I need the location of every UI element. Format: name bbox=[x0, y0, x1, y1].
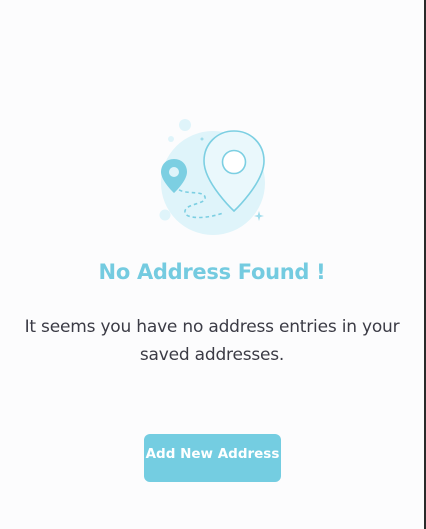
empty-state-title: No Address Found ! bbox=[98, 260, 326, 284]
empty-state-message: It seems you have no address entries in … bbox=[24, 317, 400, 365]
empty-address-screen: No Address Found ! It seems you have no … bbox=[0, 0, 426, 529]
map-location-pin-icon bbox=[155, 115, 275, 240]
add-new-address-button[interactable]: Add New Address bbox=[144, 434, 281, 482]
